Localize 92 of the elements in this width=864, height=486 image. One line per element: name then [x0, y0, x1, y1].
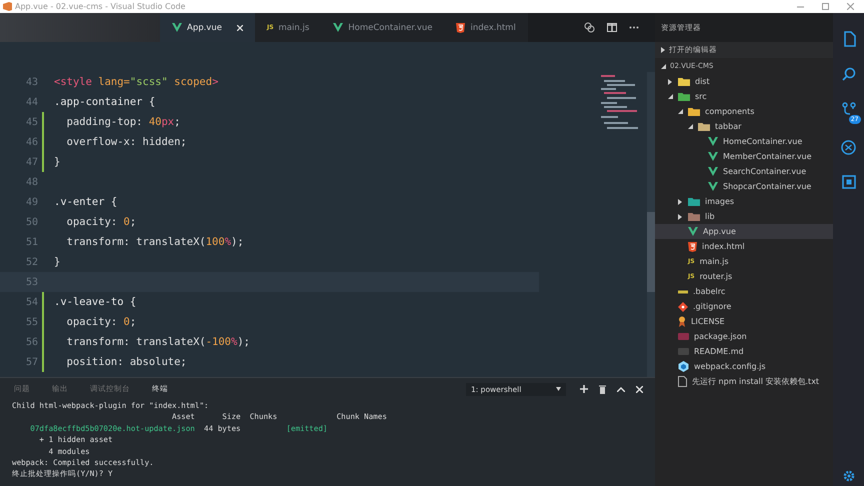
folder-item[interactable]: images: [655, 194, 833, 209]
code-line: opacity: 0;: [66, 216, 136, 228]
markdown-icon: [678, 348, 689, 355]
folder-item[interactable]: dist: [655, 74, 833, 89]
diamond-icon: [678, 302, 688, 312]
settings-icon[interactable]: [842, 470, 854, 482]
code-line: transform: translateX(100%);: [66, 236, 244, 248]
file-item[interactable]: README.md: [655, 344, 833, 359]
code-line: opacity: 0;: [66, 316, 136, 328]
editor-tab[interactable]: App.vue: [160, 13, 255, 42]
license-icon: [678, 316, 686, 327]
search-icon[interactable]: [842, 67, 856, 81]
line-number: 51: [24, 236, 38, 248]
folder-icon: [678, 77, 690, 86]
collapsed-chevron-icon: [668, 78, 672, 84]
split-editor-icon[interactable]: [607, 23, 617, 32]
folder-icon: [688, 107, 700, 116]
html-icon: [688, 242, 697, 252]
folder-icon: [678, 92, 690, 101]
folder-item[interactable]: lib: [655, 209, 833, 224]
json-icon: [678, 333, 689, 340]
editor-tab[interactable]: index.html: [444, 13, 528, 42]
compare-icon[interactable]: [584, 22, 595, 33]
file-item[interactable]: ShopcarContainer.vue: [655, 179, 833, 194]
source-control-icon[interactable]: [842, 102, 856, 116]
expanded-chevron-icon: [661, 64, 666, 68]
plus-icon[interactable]: [580, 385, 588, 393]
collapsed-chevron-icon: [678, 214, 682, 220]
file-item[interactable]: package.json: [655, 329, 833, 344]
line-number: 49: [24, 196, 38, 208]
folder-item[interactable]: src: [655, 89, 833, 104]
vue-icon: [688, 227, 698, 236]
code-line: padding-top: 40px;: [66, 116, 180, 128]
folder-icon: [688, 212, 700, 221]
line-number: 50: [24, 216, 38, 228]
line-number: 44: [24, 96, 38, 108]
file-item[interactable]: MemberContainer.vue: [655, 149, 833, 164]
code-line: .v-leave-to {: [54, 296, 136, 308]
code-line: .v-enter {: [54, 196, 118, 208]
file-item[interactable]: .babelrc: [655, 284, 833, 299]
file-item[interactable]: 先运行 npm install 安装依赖包.txt: [655, 374, 833, 389]
code-line: <style lang="scss" scoped>: [54, 76, 218, 88]
line-number: 46: [24, 136, 38, 148]
code-line: }: [54, 156, 60, 168]
folder-item[interactable]: tabbar: [655, 119, 833, 134]
line-number: 56: [24, 336, 38, 348]
line-number: 54: [24, 296, 38, 308]
collapsed-chevron-icon: [678, 198, 682, 204]
more-icon[interactable]: [629, 26, 639, 29]
file-item[interactable]: webpack.config.js: [655, 359, 833, 374]
code-line: overflow-x: hidden;: [66, 136, 187, 148]
expanded-chevron-icon: [688, 124, 692, 129]
chevron-up-icon[interactable]: [617, 386, 625, 392]
expanded-chevron-icon: [678, 109, 682, 114]
file-item[interactable]: LICENSE: [655, 314, 833, 329]
maximize-icon[interactable]: [822, 3, 829, 10]
folder-item[interactable]: components: [655, 104, 833, 119]
collapsed-chevron-icon: [661, 47, 665, 53]
dropdown-caret-icon: [556, 387, 561, 391]
folder-icon: [698, 122, 710, 131]
scrollbar-thumb[interactable]: [647, 212, 655, 292]
document-icon: [678, 376, 687, 387]
code-line: position: absolute;: [66, 356, 187, 368]
dash-icon: [678, 290, 688, 294]
line-number: 53: [24, 276, 38, 288]
editor-tab[interactable]: HomeContainer.vue: [321, 13, 444, 42]
cube-icon: [678, 361, 689, 372]
line-number: 52: [24, 256, 38, 268]
file-item[interactable]: HomeContainer.vue: [655, 134, 833, 149]
expanded-chevron-icon: [668, 94, 672, 99]
folder-icon: [688, 197, 700, 206]
trash-icon[interactable]: [599, 384, 606, 394]
file-item[interactable]: App.vue: [655, 224, 833, 239]
vue-icon: [172, 23, 182, 32]
code-line: transform: translateX(-100%);: [66, 336, 250, 348]
app-icon: [3, 2, 12, 11]
line-number: 57: [24, 356, 38, 368]
code-line: .app-container {: [54, 96, 156, 108]
file-item[interactable]: index.html: [655, 239, 833, 254]
line-number: 48: [24, 176, 38, 188]
files-icon[interactable]: [842, 31, 856, 47]
file-item[interactable]: SearchContainer.vue: [655, 164, 833, 179]
vue-icon: [333, 23, 344, 32]
file-item[interactable]: .gitignore: [655, 299, 833, 314]
code-line: }: [54, 256, 60, 268]
line-number: 55: [24, 316, 38, 328]
html-icon: [456, 22, 466, 32]
line-number: 45: [24, 116, 38, 128]
line-number: 47: [24, 156, 38, 168]
line-number: 43: [24, 76, 38, 88]
extensions-icon[interactable]: [842, 175, 856, 189]
window-title: App.vue - 02.vue-cms - Visual Studio Code: [15, 2, 186, 11]
